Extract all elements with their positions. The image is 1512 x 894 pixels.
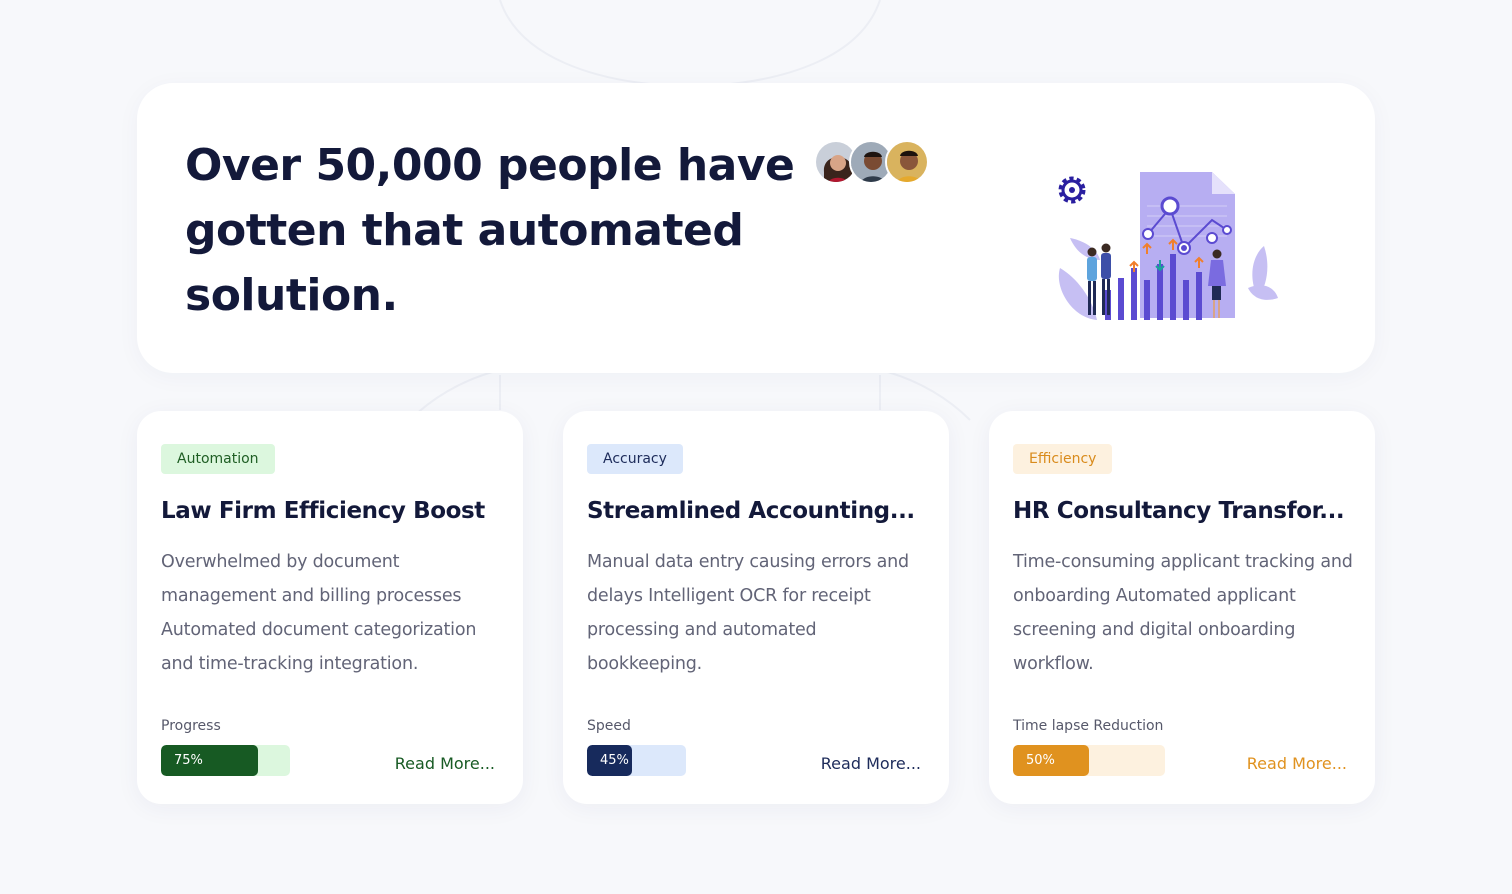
- metric-label: Progress: [161, 718, 221, 734]
- card-description: Time-consuming applicant tracking and on…: [1013, 552, 1353, 674]
- read-more-link[interactable]: Read More...: [395, 754, 495, 773]
- tag-badge: Accuracy: [587, 444, 683, 474]
- case-study-card-law-firm: Automation Law Firm Efficiency Boost Ove…: [137, 411, 523, 804]
- card-title: Law Firm Efficiency Boost: [161, 498, 485, 524]
- card-title: Streamlined Accounting...: [587, 498, 915, 524]
- card-title: HR Consultancy Transfor...: [1013, 498, 1345, 524]
- gear-icon: [1058, 176, 1086, 204]
- case-study-card-hr: Efficiency HR Consultancy Transfor... Ti…: [989, 411, 1375, 804]
- card-description: Overwhelmed by document management and b…: [161, 552, 477, 674]
- metric-label: Time lapse Reduction: [1013, 718, 1164, 734]
- analytics-illustration: [1058, 172, 1278, 320]
- avatar: [885, 140, 929, 184]
- tag-badge: Automation: [161, 444, 275, 474]
- hero-title: Over 50,000 people have gotten that auto…: [185, 140, 795, 321]
- case-study-card-accounting: Accuracy Streamlined Accounting... Manua…: [563, 411, 949, 804]
- progress-bar: 45%: [587, 745, 686, 776]
- progress-fill: 45%: [587, 745, 632, 776]
- progress-bar: 50%: [1013, 745, 1165, 776]
- read-more-link[interactable]: Read More...: [821, 754, 921, 773]
- progress-fill: 50%: [1013, 745, 1089, 776]
- progress-fill: 75%: [161, 745, 258, 776]
- read-more-link[interactable]: Read More...: [1247, 754, 1347, 773]
- progress-bar: 75%: [161, 745, 290, 776]
- avatar-group: [814, 140, 934, 186]
- card-description: Manual data entry causing errors and del…: [587, 552, 909, 674]
- tag-badge: Efficiency: [1013, 444, 1113, 474]
- metric-label: Speed: [587, 718, 631, 734]
- hero-card: Over 50,000 people have gotten that auto…: [137, 83, 1375, 373]
